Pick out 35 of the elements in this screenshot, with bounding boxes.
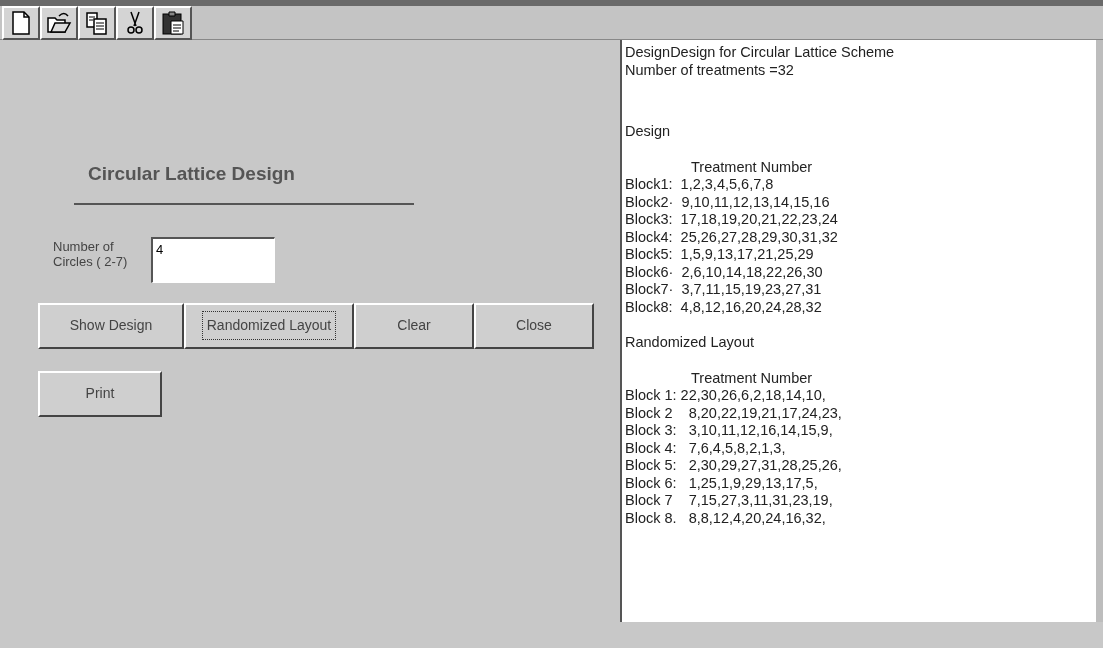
output-line: Block7· 3,7,11,15,19,23,27,31 xyxy=(625,281,822,299)
column-heading: Treatment Number xyxy=(690,369,813,387)
output-line: Block2· 9,10,11,12,13,14,15,16 xyxy=(625,193,830,211)
output-line: Block 4: 7,6,4,5,8,2,1,3, xyxy=(625,439,786,457)
new-file-icon[interactable] xyxy=(2,5,40,40)
form-title: Circular Lattice Design xyxy=(88,162,296,186)
output-line: Block5: 1,5,9,13,17,21,25,29 xyxy=(625,246,814,264)
command-button[interactable]: Show Design xyxy=(38,302,184,349)
output-line: Block6· 2,6,10,14,18,22,26,30 xyxy=(625,263,823,281)
command-button[interactable]: Clear xyxy=(354,302,474,349)
output-line: Number of treatments =32 xyxy=(625,61,794,79)
column-heading: Treatment Number xyxy=(690,158,813,176)
output-line: Block 2 8,20,22,19,21,17,24,23, xyxy=(625,404,842,422)
output-line: Design xyxy=(625,123,671,141)
output-line: DesignDesign for Circular Lattice Scheme xyxy=(625,44,895,62)
output-line: Block 7 7,15,27,3,11,31,23,19, xyxy=(625,492,833,510)
output-line: Block 5: 2,30,29,27,31,28,25,26, xyxy=(625,457,842,475)
open-folder-icon[interactable] xyxy=(40,5,78,40)
clipboard-icon[interactable] xyxy=(154,5,192,40)
output-line: Block1: 1,2,3,4,5,6,7,8 xyxy=(625,176,774,194)
circles-input[interactable]: 4 xyxy=(151,236,275,283)
output-line: Block 8. 8,8,12,4,20,24,16,32, xyxy=(625,509,826,527)
scissors-icon[interactable] xyxy=(116,5,154,40)
output-line: Block3: 17,18,19,20,21,22,23,24 xyxy=(625,211,838,229)
circles-label: Number of Circles ( 2-7) xyxy=(53,238,129,269)
command-button[interactable]: Print xyxy=(38,370,162,417)
output-line: Block 6: 1,25,1,9,29,13,17,5, xyxy=(625,474,818,492)
output-line: Block 1: 22,30,26,6,2,18,14,10, xyxy=(625,387,826,405)
command-button[interactable]: Randomized Layout xyxy=(184,302,354,349)
command-button[interactable]: Close xyxy=(474,302,594,349)
output-line: Block8: 4,8,12,16,20,24,28,32 xyxy=(625,298,822,316)
copy-icon[interactable] xyxy=(78,5,116,40)
output-line: Block 3: 3,10,11,12,16,14,15,9, xyxy=(625,422,833,440)
output-line: Randomized Layout xyxy=(625,334,754,352)
output-line: Block4: 25,26,27,28,29,30,31,32 xyxy=(625,228,838,246)
